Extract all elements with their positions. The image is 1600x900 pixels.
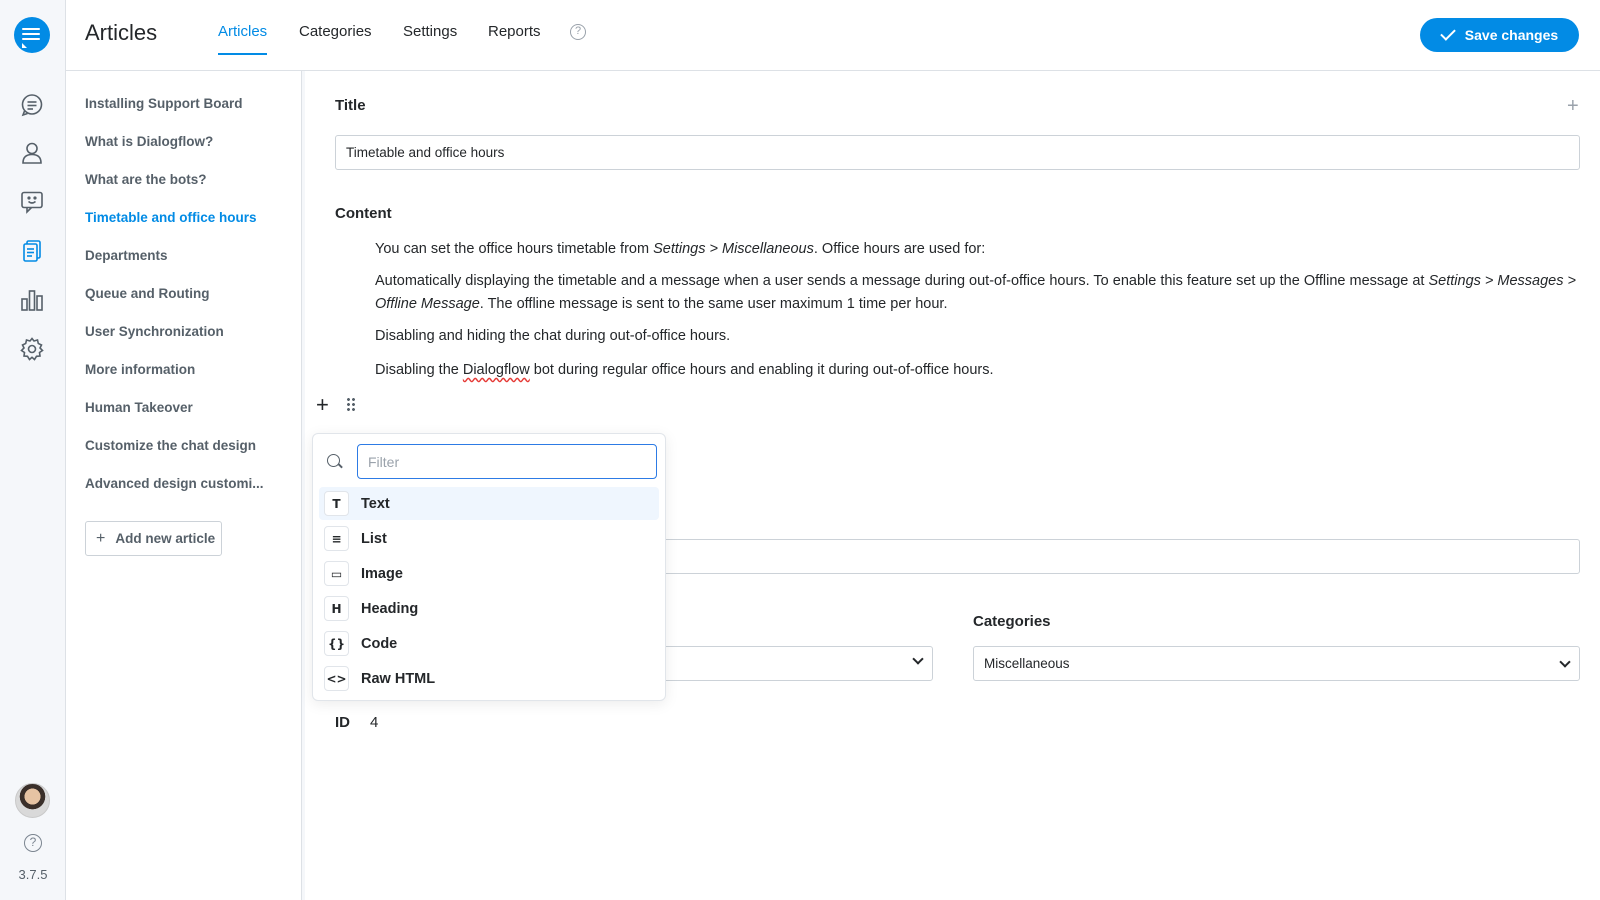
content-paragraph[interactable]: You can set the office hours timetable f… xyxy=(375,238,1580,261)
chevron-down-icon xyxy=(912,653,924,665)
article-item[interactable]: More information xyxy=(85,362,195,377)
categories-select-value: Miscellaneous xyxy=(984,656,1070,671)
checkmark-icon xyxy=(1440,25,1456,41)
reports-icon[interactable] xyxy=(19,287,45,313)
article-item[interactable]: Human Takeover xyxy=(85,400,193,415)
articles-list: Installing Support Board What is Dialogf… xyxy=(66,71,302,900)
image-icon: ▭ xyxy=(324,561,349,586)
field-input[interactable] xyxy=(645,539,1580,574)
app-logo-icon[interactable] xyxy=(14,17,50,53)
tool-text[interactable]: T Text xyxy=(319,487,659,520)
tool-code[interactable]: {} Code xyxy=(319,627,659,660)
article-item[interactable]: User Synchronization xyxy=(85,324,224,339)
block-tool-menu: T Text ≡ List ▭ Image H Heading {} Code … xyxy=(312,433,666,701)
content-paragraph[interactable]: Automatically displaying the timetable a… xyxy=(375,270,1580,316)
articles-icon[interactable] xyxy=(19,238,45,264)
help-icon[interactable]: ? xyxy=(570,24,586,40)
save-changes-button[interactable]: Save changes xyxy=(1420,18,1579,52)
search-icon xyxy=(327,454,340,467)
chevron-down-icon xyxy=(1559,655,1571,668)
help-icon[interactable]: ? xyxy=(24,834,42,852)
list-icon: ≡ xyxy=(324,526,349,551)
raw-html-icon: <> xyxy=(324,666,349,691)
content-paragraph[interactable]: Disabling the Dialogflow bot during regu… xyxy=(375,359,1580,382)
add-new-article-button[interactable]: + Add new article xyxy=(85,521,222,556)
heading-icon: H xyxy=(324,596,349,621)
misspelled-word[interactable]: Dialogflow xyxy=(463,362,530,378)
article-item[interactable]: Installing Support Board xyxy=(85,96,243,111)
article-item[interactable]: Departments xyxy=(85,248,168,263)
tool-label: Image xyxy=(361,565,403,582)
text-icon: T xyxy=(324,491,349,516)
article-item-active[interactable]: Timetable and office hours xyxy=(85,210,257,225)
add-block-plus-icon[interactable]: + xyxy=(316,394,329,416)
tab-articles[interactable]: Articles xyxy=(218,23,268,55)
add-new-article-label: Add new article xyxy=(115,531,216,546)
drag-handle-icon[interactable] xyxy=(346,397,356,413)
tab-reports[interactable]: Reports xyxy=(488,23,541,40)
code-icon: {} xyxy=(324,631,349,656)
tab-settings[interactable]: Settings xyxy=(403,23,457,40)
plus-icon: + xyxy=(96,529,106,547)
chatbot-icon[interactable] xyxy=(19,189,45,215)
id-value: 4 xyxy=(370,714,379,731)
id-label: ID xyxy=(335,714,350,731)
app-sidebar: ? 3.7.5 xyxy=(0,0,66,900)
top-header: Articles Articles Categories Settings Re… xyxy=(66,0,1600,71)
tool-label: Raw HTML xyxy=(361,670,436,687)
article-item[interactable]: What are the bots? xyxy=(85,172,207,187)
article-item[interactable]: Customize the chat design xyxy=(85,438,256,453)
tool-raw-html[interactable]: <> Raw HTML xyxy=(319,662,659,695)
conversations-icon[interactable] xyxy=(19,92,45,118)
settings-icon[interactable] xyxy=(19,336,45,362)
tool-list[interactable]: ≡ List xyxy=(319,522,659,555)
tool-label: Text xyxy=(361,495,390,512)
tool-image[interactable]: ▭ Image xyxy=(319,557,659,590)
save-changes-label: Save changes xyxy=(1464,27,1559,43)
tool-heading[interactable]: H Heading xyxy=(319,592,659,625)
tool-label: Heading xyxy=(361,600,419,617)
article-item[interactable]: What is Dialogflow? xyxy=(85,134,213,149)
content-label: Content xyxy=(335,205,392,222)
categories-label: Categories xyxy=(973,613,1051,630)
page-title: Articles xyxy=(85,20,158,45)
title-label: Title xyxy=(335,97,366,114)
tool-label: Code xyxy=(361,635,398,652)
article-title-input[interactable] xyxy=(335,135,1580,170)
content-paragraph[interactable]: Disabling and hiding the chat during out… xyxy=(375,325,1580,348)
app-version: 3.7.5 xyxy=(18,867,48,882)
parent-select[interactable] xyxy=(645,646,933,681)
categories-select[interactable]: Miscellaneous xyxy=(973,646,1580,681)
users-icon[interactable] xyxy=(19,140,45,166)
article-item[interactable]: Queue and Routing xyxy=(85,286,210,301)
article-item[interactable]: Advanced design customi... xyxy=(85,476,264,491)
tool-label: List xyxy=(361,530,387,547)
user-avatar[interactable] xyxy=(15,783,50,818)
add-language-plus-icon[interactable]: + xyxy=(1567,95,1579,118)
tab-categories[interactable]: Categories xyxy=(299,23,372,40)
filter-input[interactable] xyxy=(357,444,657,479)
